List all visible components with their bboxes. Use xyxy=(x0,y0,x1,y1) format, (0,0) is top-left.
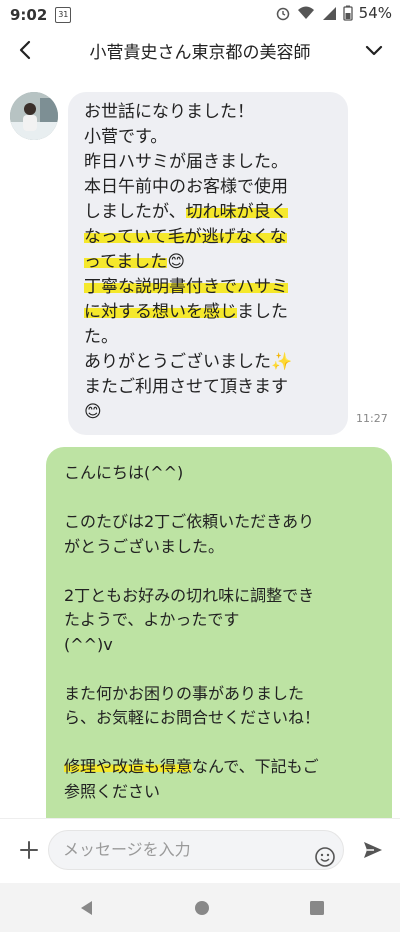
highlighted-text: 丁寧な説明書付きでハサミ xyxy=(84,277,288,297)
highlighted-text: に対する想いを感じ xyxy=(84,302,237,322)
message-line: 丁寧な説明書付きでハサミ xyxy=(84,275,336,300)
message-line: に対する想いを感じました xyxy=(84,302,288,322)
send-icon[interactable] xyxy=(362,839,384,861)
calendar-icon: 31 xyxy=(55,7,72,23)
message-line: このたびは2丁ご依頼いただきあり xyxy=(64,512,315,531)
incoming-message-bubble[interactable]: お世話になりました！ 小菅です。 昨日ハサミが届きました。 本日午前中のお客様で… xyxy=(68,92,348,435)
message-line xyxy=(64,657,380,682)
message-line: た。 xyxy=(84,327,118,347)
message-line xyxy=(64,731,380,756)
nav-recents-icon[interactable] xyxy=(308,899,326,917)
highlighted-text: ってました xyxy=(84,252,168,272)
smile-emoji: 😊 xyxy=(167,252,186,272)
highlighted-text: なっていて毛が逃げなくな xyxy=(84,227,287,247)
message-line: なっていて毛が逃げなくな xyxy=(84,225,336,250)
chat-area[interactable]: お世話になりました！ 小菅です。 昨日ハサミが届きました。 本日午前中のお客様で… xyxy=(0,70,400,818)
status-time: 9:02 xyxy=(10,6,48,24)
message-line: 昨日ハサミが届きました。 xyxy=(84,152,288,172)
message-line: また何かお困りの事がありました xyxy=(64,683,305,703)
message-line: 本日午前中のお客様で使用 xyxy=(84,177,288,197)
message-timestamp: 11:27 xyxy=(356,412,388,425)
message-composer: メッセージを入力 xyxy=(0,818,400,884)
message-line: 😊 xyxy=(84,400,336,425)
highlighted-text: 切れ味が良く xyxy=(185,202,288,222)
message-input[interactable]: メッセージを入力 xyxy=(48,830,344,870)
message-line: お世話になりました！ xyxy=(84,102,254,122)
chat-title: 小菅貴史さん東京都の美容師 xyxy=(89,42,311,63)
outgoing-message-bubble[interactable]: こんにちは(^^) このたびは2丁ご依頼いただきあり がとうございました。 2丁… xyxy=(46,447,392,818)
message-line: しましたが、切れ味が良く xyxy=(84,202,288,222)
signal-icon xyxy=(322,7,336,20)
message-line xyxy=(64,486,380,511)
message-line: 修理や改造も得意なんで、下記もご xyxy=(64,757,319,776)
chevron-down-icon[interactable] xyxy=(362,38,386,62)
nav-back-icon[interactable] xyxy=(78,899,96,917)
message-line: たようで、よかったです xyxy=(64,610,240,629)
wifi-icon xyxy=(297,6,314,19)
message-line: こんにちは(^^) xyxy=(64,463,184,482)
smile-emoji: 😊 xyxy=(84,402,102,422)
message-line: ってました😊 xyxy=(84,250,336,275)
smiley-icon[interactable] xyxy=(314,846,336,868)
message-line: ら、お気軽にお問合せくださいね！ xyxy=(64,708,321,727)
message-line: 2丁ともお好みの切れ味に調整でき xyxy=(64,585,315,605)
alarm-icon xyxy=(276,7,289,21)
nav-home-icon[interactable] xyxy=(193,899,211,917)
system-navigation-bar xyxy=(0,883,400,932)
message-line: またご利用させて頂きます xyxy=(84,377,288,397)
battery-icon xyxy=(343,5,353,21)
message-line: 参照ください xyxy=(64,781,161,801)
highlighted-text: 修理や改造も得意 xyxy=(64,757,193,776)
plus-icon[interactable] xyxy=(17,838,41,862)
message-line: (^^)v xyxy=(64,634,113,654)
status-bar: 9:02 31 54% xyxy=(0,0,400,30)
chevron-left-icon[interactable] xyxy=(14,38,38,62)
message-line: がとうございました。 xyxy=(64,536,225,556)
message-line: ありがとうございました✨ xyxy=(84,352,293,372)
chat-header: 小菅貴史さん東京都の美容師 xyxy=(0,30,400,70)
sparkles-emoji: ✨ xyxy=(271,352,293,372)
battery-percent: 54% xyxy=(358,4,392,22)
message-line: 小菅です。 xyxy=(84,127,168,147)
avatar[interactable] xyxy=(10,92,58,140)
message-line xyxy=(64,559,380,584)
status-right: 54% xyxy=(275,4,392,22)
